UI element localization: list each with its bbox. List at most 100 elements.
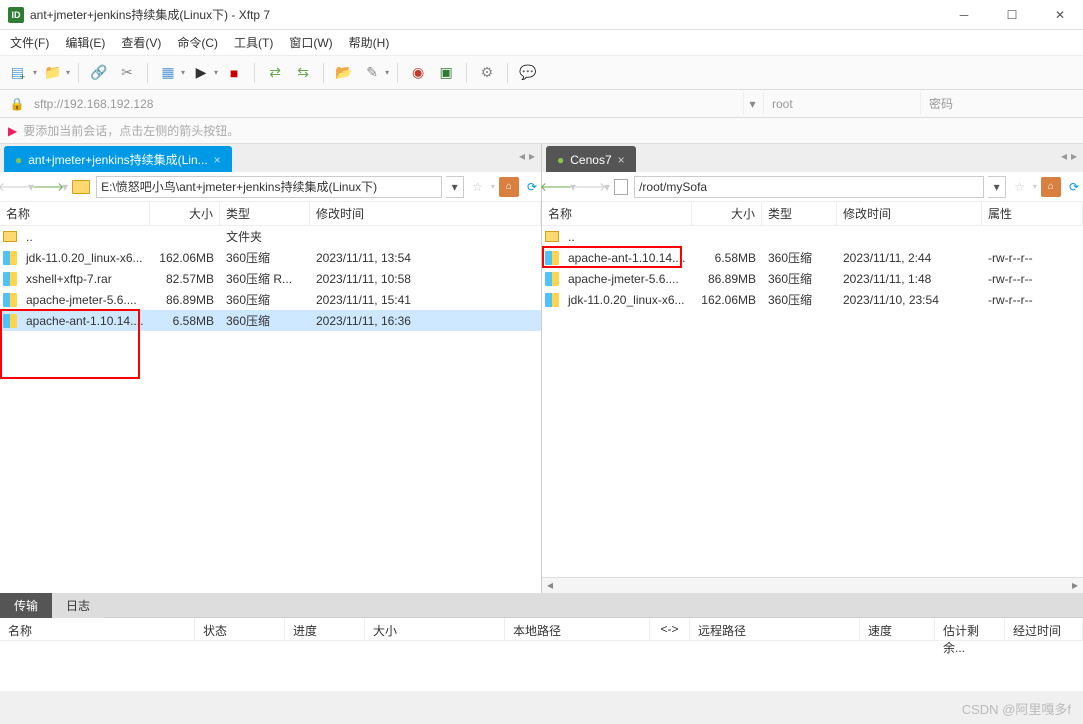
file-size: 86.89MB	[692, 272, 762, 286]
menu-window[interactable]: 窗口(W)	[289, 34, 332, 51]
remote-tab[interactable]: ● Cenos7 ×	[546, 146, 636, 172]
tab-close-icon[interactable]: ×	[214, 153, 221, 167]
file-row[interactable]: apache-ant-1.10.14.... 6.58MB 360压缩 2023…	[542, 247, 1083, 268]
tcol-status[interactable]: 状态	[195, 618, 285, 640]
col-name[interactable]: 名称	[542, 202, 692, 225]
tab-transfer[interactable]: 传输	[0, 593, 52, 618]
menu-view[interactable]: 查看(V)	[121, 34, 161, 51]
folder-icon	[72, 180, 90, 194]
bookmark-icon[interactable]: ☆	[472, 180, 483, 194]
unlink-icon[interactable]: ✂	[115, 61, 139, 85]
url-dropdown[interactable]: ▾	[743, 92, 761, 115]
file-type: 360压缩	[762, 249, 837, 266]
file-size: 6.58MB	[692, 251, 762, 265]
menu-edit[interactable]: 编辑(E)	[65, 34, 105, 51]
path-dropdown[interactable]: ▾	[446, 176, 464, 198]
menu-file[interactable]: 文件(F)	[10, 34, 49, 51]
tcol-progress[interactable]: 进度	[285, 618, 365, 640]
local-path-input[interactable]: E:\愤怒吧小鸟\ant+jmeter+jenkins持续集成(Linux下)	[96, 176, 442, 198]
user-field[interactable]: root	[763, 92, 918, 115]
help-icon[interactable]: 💬	[516, 61, 540, 85]
col-type[interactable]: 类型	[220, 202, 310, 225]
refresh-icon[interactable]: ⟳	[1069, 180, 1079, 194]
home-button[interactable]: ⌂	[1041, 177, 1061, 197]
remote-file-list[interactable]: .. apache-ant-1.10.14.... 6.58MB 360压缩 2…	[542, 226, 1083, 577]
col-size[interactable]: 大小	[692, 202, 762, 225]
tab-prev-icon[interactable]: ◂	[519, 149, 525, 163]
menu-help[interactable]: 帮助(H)	[349, 34, 390, 51]
tab-log[interactable]: 日志	[52, 593, 104, 618]
app-icon: ID	[8, 7, 24, 23]
scroll-right-icon[interactable]: ▸	[1067, 578, 1083, 593]
file-row[interactable]: apache-jmeter-5.6.... 86.89MB 360压缩 2023…	[0, 289, 541, 310]
file-row[interactable]: jdk-11.0.20_linux-x6... 162.06MB 360压缩 2…	[0, 247, 541, 268]
file-modified: 2023/11/11, 10:58	[310, 272, 541, 286]
info-text: 要添加当前会话，点击左侧的箭头按钮。	[23, 122, 239, 139]
col-attr[interactable]: 属性	[982, 202, 1083, 225]
link-icon[interactable]: 🔗	[87, 61, 111, 85]
stop-button[interactable]: ■	[222, 61, 246, 85]
parent-dir-row[interactable]: ..	[542, 226, 1083, 247]
path-dropdown[interactable]: ▾	[988, 176, 1006, 198]
terminal-icon[interactable]: ▣	[434, 61, 458, 85]
parent-dir-row[interactable]: .. 文件夹	[0, 226, 541, 247]
local-file-header: 名称 大小 类型 修改时间	[0, 202, 541, 226]
local-tab[interactable]: ● ant+jmeter+jenkins持续集成(Lin... ×	[4, 146, 232, 172]
col-size[interactable]: 大小	[150, 202, 220, 225]
tab-close-icon[interactable]: ×	[618, 153, 625, 167]
archive-icon	[545, 293, 559, 307]
file-row[interactable]: xshell+xftp-7.rar 82.57MB 360压缩 R... 202…	[0, 268, 541, 289]
local-file-list[interactable]: .. 文件夹 jdk-11.0.20_linux-x6... 162.06MB …	[0, 226, 541, 593]
file-name: apache-jmeter-5.6....	[20, 293, 150, 307]
col-name[interactable]: 名称	[0, 202, 150, 225]
tcol-remotepath[interactable]: 远程路径	[690, 618, 860, 640]
open-folder-button[interactable]: 📁	[41, 61, 65, 85]
password-field[interactable]: 密码	[920, 92, 1075, 115]
home-button[interactable]: ⌂	[499, 177, 519, 197]
col-modified[interactable]: 修改时间	[837, 202, 982, 225]
new-session-button[interactable]: ▤+	[8, 61, 32, 85]
tab-next-icon[interactable]: ▸	[1071, 149, 1077, 163]
tcol-arrow[interactable]: <->	[650, 618, 690, 640]
file-attr: -rw-r--r--	[982, 272, 1083, 286]
col-modified[interactable]: 修改时间	[310, 202, 541, 225]
tcol-size[interactable]: 大小	[365, 618, 505, 640]
tcol-name[interactable]: 名称	[0, 618, 195, 640]
transfer-right-icon[interactable]: ⇄	[263, 61, 287, 85]
url-input[interactable]	[28, 92, 741, 115]
menu-tool[interactable]: 工具(T)	[234, 34, 273, 51]
archive-icon	[3, 293, 17, 307]
bookmark-icon[interactable]: ☆	[1014, 180, 1025, 194]
transfer-left-icon[interactable]: ⇆	[291, 61, 315, 85]
tcol-elapsed[interactable]: 经过时间	[1005, 618, 1083, 640]
file-row[interactable]: apache-jmeter-5.6.... 86.89MB 360压缩 2023…	[542, 268, 1083, 289]
close-button[interactable]: ✕	[1045, 3, 1075, 27]
updir-name: ..	[562, 230, 692, 244]
menu-command[interactable]: 命令(C)	[177, 34, 218, 51]
edit-icon[interactable]: ✎	[360, 61, 384, 85]
refresh-icon[interactable]: ⟳	[527, 180, 537, 194]
tcol-speed[interactable]: 速度	[860, 618, 935, 640]
file-type: 360压缩	[220, 291, 310, 308]
new-file-button[interactable]: ▦	[156, 61, 180, 85]
nav-back-button[interactable]: 🡐	[4, 177, 24, 197]
nav-forward-button[interactable]: 🡒	[38, 177, 58, 197]
sync-icon[interactable]: ◉	[406, 61, 430, 85]
settings-icon[interactable]: ⚙	[475, 61, 499, 85]
maximize-button[interactable]: ☐	[997, 3, 1027, 27]
new-folder-icon[interactable]: 📂	[332, 61, 356, 85]
tcol-eta[interactable]: 估计剩余...	[935, 618, 1005, 640]
col-type[interactable]: 类型	[762, 202, 837, 225]
nav-forward-button[interactable]: 🡒	[580, 177, 600, 197]
scroll-left-icon[interactable]: ◂	[542, 578, 558, 593]
minimize-button[interactable]: ─	[949, 3, 979, 27]
file-row[interactable]: jdk-11.0.20_linux-x6... 162.06MB 360压缩 2…	[542, 289, 1083, 310]
tab-next-icon[interactable]: ▸	[529, 149, 535, 163]
nav-back-button[interactable]: 🡐	[546, 177, 566, 197]
file-row-selected[interactable]: apache-ant-1.10.14.... 6.58MB 360压缩 2023…	[0, 310, 541, 331]
tcol-localpath[interactable]: 本地路径	[505, 618, 650, 640]
play-button[interactable]: ▶	[189, 61, 213, 85]
remote-path-input[interactable]: /root/mySofa	[634, 176, 984, 198]
tab-prev-icon[interactable]: ◂	[1061, 149, 1067, 163]
scrollbar[interactable]: ◂ ▸	[542, 577, 1083, 593]
